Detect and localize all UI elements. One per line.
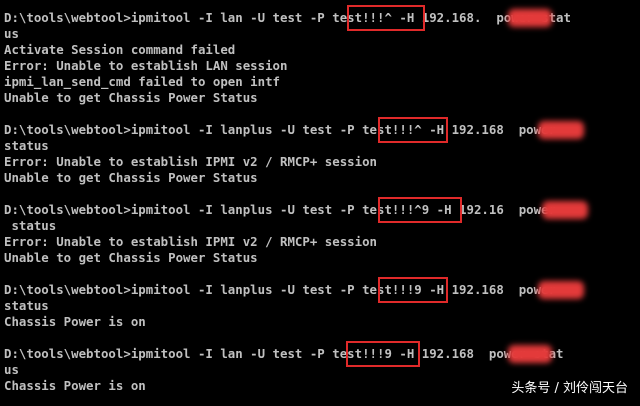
console-line: Activate Session command failed — [4, 42, 236, 57]
console-line: status — [4, 298, 49, 313]
console-line: us — [4, 362, 19, 377]
console-line: D:\tools\webtool>ipmitool -I lan -U test… — [4, 346, 564, 361]
ip-redaction — [538, 281, 584, 299]
console-line: Error: Unable to establish LAN session — [4, 58, 288, 73]
console-line: D:\tools\webtool>ipmitool -I lanplus -U … — [4, 282, 557, 297]
ip-redaction — [542, 201, 588, 219]
ip-redaction — [538, 121, 584, 139]
console-line: status — [4, 138, 49, 153]
ip-redaction — [508, 345, 552, 363]
password-highlight — [378, 117, 448, 143]
console-line: status — [4, 218, 57, 233]
console-line: Unable to get Chassis Power Status — [4, 250, 258, 265]
password-highlight — [346, 341, 420, 367]
console-line: Unable to get Chassis Power Status — [4, 90, 258, 105]
console-line: D:\tools\webtool>ipmitool -I lanplus -U … — [4, 122, 557, 137]
console-line: Chassis Power is on — [4, 378, 146, 393]
password-highlight — [347, 5, 425, 31]
console-line: Error: Unable to establish IPMI v2 / RMC… — [4, 154, 377, 169]
console-line: Error: Unable to establish IPMI v2 / RMC… — [4, 234, 377, 249]
password-highlight — [378, 197, 462, 223]
console-line: D:\tools\webtool>ipmitool -I lanplus -U … — [4, 202, 557, 217]
console-line: ipmi_lan_send_cmd failed to open intf — [4, 74, 281, 89]
console-line: Unable to get Chassis Power Status — [4, 170, 258, 185]
console-line: Chassis Power is on — [4, 314, 146, 329]
terminal-window[interactable]: D:\tools\webtool>ipmitool -I lan -U test… — [0, 0, 640, 406]
watermark: 头条号 / 刘伶闯天台 — [511, 381, 628, 396]
console-line: us — [4, 26, 19, 41]
ip-redaction — [508, 9, 552, 27]
console-line: D:\tools\webtool>ipmitool -I lan -U test… — [4, 10, 571, 25]
password-highlight — [378, 277, 448, 303]
